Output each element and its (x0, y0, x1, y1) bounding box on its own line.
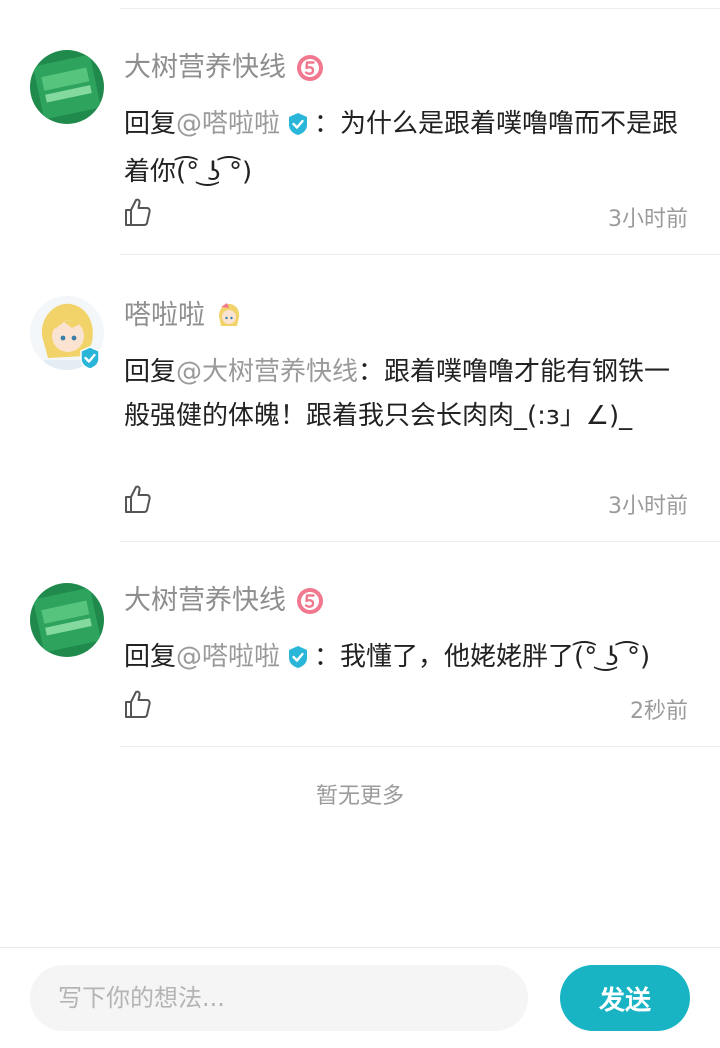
verified-avatar-badge-icon (78, 346, 102, 370)
verified-icon (286, 106, 310, 150)
divider (120, 541, 720, 542)
colon: ： (314, 109, 341, 139)
send-button[interactable]: 发送 (560, 965, 690, 1031)
comment-input-wrapper[interactable] (30, 965, 528, 1031)
mention-link[interactable]: @嗒啦啦 (176, 109, 280, 139)
level-5-badge-icon (296, 54, 324, 82)
verified-icon (286, 639, 310, 683)
username-text[interactable]: 嗒啦啦 (124, 298, 205, 334)
username-text[interactable]: 大树营养快线 (124, 50, 286, 86)
no-more-label: 暂无更多 (315, 784, 404, 809)
avatar[interactable] (30, 583, 104, 657)
comment-composer: 发送 (0, 947, 720, 1048)
mention-link[interactable]: @嗒啦啦 (176, 642, 280, 672)
anime-sticker-badge-icon (215, 302, 243, 330)
username[interactable]: 嗒啦啦 (124, 298, 692, 334)
colon: ： (314, 642, 341, 672)
level-5-badge-icon (296, 587, 324, 615)
comment-body: 我懂了，他姥姥胖了(͡° ͜ʖ ͡°) (340, 642, 651, 672)
mention-link[interactable]: @大树营养快线 (176, 357, 358, 387)
reply-prefix: 回复 (124, 642, 177, 672)
comment-text: 回复@嗒啦啦 ：为什么是跟着噗噜噜而不是跟着你(͡° ͜ʖ ͡°) (124, 102, 692, 194)
reply-prefix: 回复 (124, 109, 177, 139)
comment-time: 3小时前 (608, 494, 688, 519)
top-divider (120, 8, 720, 9)
colon: ： (358, 357, 385, 387)
comment-time: 2秒前 (630, 699, 688, 724)
like-icon[interactable] (124, 197, 152, 231)
comment-time: 3小时前 (608, 207, 688, 232)
divider (120, 746, 720, 747)
reply-prefix: 回复 (124, 357, 177, 387)
like-icon[interactable] (124, 484, 152, 518)
username-text[interactable]: 大树营养快线 (124, 583, 286, 619)
comment-text: 回复@嗒啦啦 ：我懂了，他姥姥胖了(͡° ͜ʖ ͡°) (124, 635, 692, 683)
avatar[interactable] (30, 50, 104, 124)
comment-text: 回复@大树营养快线：跟着噗噜噜才能有钢铁一般强健的体魄！跟着我只会长肉肉_(:з… (124, 350, 692, 438)
username[interactable]: 大树营养快线 (124, 50, 692, 86)
divider (120, 254, 720, 255)
comment-input[interactable] (30, 965, 526, 1031)
like-icon[interactable] (124, 689, 152, 723)
username[interactable]: 大树营养快线 (124, 583, 692, 619)
